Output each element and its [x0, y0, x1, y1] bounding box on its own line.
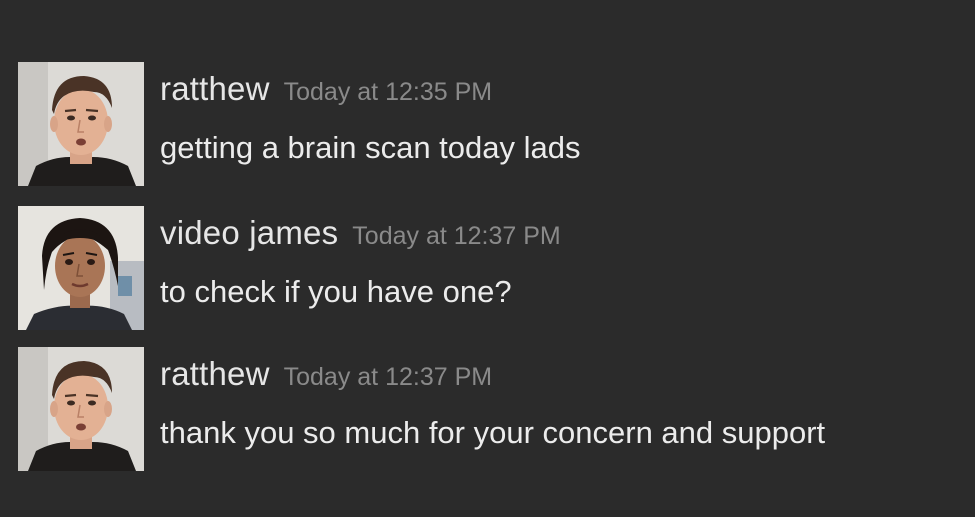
message-content: thank you so much for your concern and s… [160, 415, 826, 450]
man-avatar-icon [18, 62, 144, 186]
timestamp: Today at 12:35 PM [283, 78, 493, 106]
man-avatar-icon [18, 347, 144, 471]
username[interactable]: ratthew [160, 70, 270, 107]
avatar[interactable] [18, 62, 144, 186]
message: video james Today at 12:37 PM to check if… [18, 206, 958, 332]
timestamp: Today at 12:37 PM [283, 363, 493, 391]
message: ratthew Today at 12:35 PM getting a brain… [18, 62, 958, 188]
avatar[interactable] [18, 347, 144, 471]
username[interactable]: video james [160, 214, 338, 251]
woman-avatar-icon [18, 206, 144, 330]
message-content: getting a brain scan today lads [160, 130, 581, 165]
timestamp: Today at 12:37 PM [352, 222, 561, 250]
message: ratthew Today at 12:37 PM thank you so mu… [18, 347, 958, 473]
username[interactable]: ratthew [160, 355, 270, 392]
avatar[interactable] [18, 206, 144, 330]
message-header: ratthew Today at 12:37 PM [160, 355, 492, 393]
message-content: to check if you have one? [160, 274, 512, 309]
message-header: video james Today at 12:37 PM [160, 214, 561, 252]
chat-log: ratthew Today at 12:35 PM getting a brain… [0, 0, 975, 517]
message-header: ratthew Today at 12:35 PM [160, 70, 492, 108]
